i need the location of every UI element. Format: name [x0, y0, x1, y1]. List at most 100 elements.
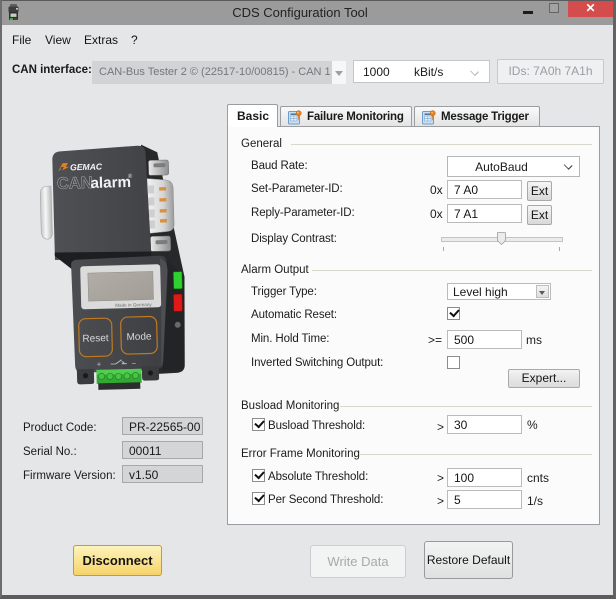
slider-tick	[443, 247, 444, 251]
tab-basic[interactable]: Basic	[227, 104, 278, 127]
close-button[interactable]: ✕	[568, 1, 613, 17]
busload-threshold-label: Busload Threshold:	[268, 420, 366, 432]
automatic-reset-checkbox[interactable]	[447, 307, 460, 320]
serial-number-label: Serial No.:	[23, 446, 77, 458]
absolute-threshold-label: Absolute Threshold:	[268, 471, 369, 483]
menu-help[interactable]: ?	[131, 33, 138, 47]
gemac-logo-text: GEMAC	[70, 161, 103, 172]
trigger-type-label: Trigger Type:	[251, 286, 317, 298]
product-code-value: PR-22565-00	[122, 417, 203, 435]
baudrate-unit: kBit/s	[414, 65, 444, 79]
red-led	[173, 293, 183, 312]
per-second-threshold-operator: >	[437, 494, 445, 508]
minimize-button[interactable]	[519, 1, 537, 19]
absolute-threshold-input[interactable]: 100	[447, 468, 522, 487]
absolute-threshold-unit: cnts	[527, 471, 550, 485]
set-parameter-id-label: Set-Parameter-ID:	[251, 183, 343, 195]
group-errorframe-title: Error Frame Monitoring	[241, 448, 360, 460]
automatic-reset-label: Automatic Reset:	[251, 309, 337, 321]
group-busload-title: Busload Monitoring	[241, 400, 340, 412]
tab-message-trigger[interactable]: Message Trigger	[414, 106, 540, 126]
trigger-type-dropdown-button[interactable]	[536, 285, 549, 298]
reply-parameter-ext-button[interactable]: Ext	[527, 205, 552, 225]
trigger-type-value: Level high	[453, 285, 508, 299]
window-title: CDS Configuration Tool	[232, 5, 368, 20]
busload-threshold-unit: %	[527, 418, 538, 432]
device-product-alarm: alarm	[90, 174, 131, 192]
disconnect-button[interactable]: Disconnect	[73, 545, 162, 576]
title-bar[interactable]: CDS Configuration Tool ✕	[0, 0, 616, 25]
absolute-threshold-operator: >	[437, 471, 445, 485]
serial-number-value: 00011	[122, 441, 203, 459]
inverted-switching-output-label: Inverted Switching Output:	[251, 357, 384, 369]
form-pin-icon	[288, 110, 302, 125]
group-general-title: General	[241, 138, 282, 150]
chevron-down-icon	[564, 162, 571, 169]
display-contrast-label: Display Contrast:	[251, 233, 337, 245]
expert-button[interactable]: Expert...	[508, 369, 580, 388]
tab-message-trigger-label: Message Trigger	[441, 111, 529, 123]
firmware-version-label: Firmware Version:	[23, 470, 116, 482]
device-product-image: GEMAC CAN alarm ® Made in Germany Reset …	[39, 144, 185, 390]
reply-parameter-hex-prefix: 0x	[430, 207, 443, 221]
minimize-icon	[523, 11, 533, 14]
per-second-threshold-unit: 1/s	[527, 494, 544, 508]
can-interface-dropdown-button[interactable]	[332, 61, 346, 84]
maximize-icon	[549, 3, 559, 13]
can-interface-select[interactable]: CAN-Bus Tester 2 © (22517-10/00815) - CA…	[92, 61, 346, 84]
per-second-threshold-input[interactable]: 5	[447, 490, 522, 509]
min-hold-time-label: Min. Hold Time:	[251, 333, 330, 345]
trigger-type-select[interactable]: Level high	[447, 283, 551, 300]
dropdown-arrow-icon	[335, 71, 343, 80]
per-second-threshold-checkbox[interactable]	[252, 492, 265, 505]
min-hold-time-input[interactable]: 500	[447, 330, 522, 349]
green-led	[173, 271, 183, 290]
minus-symbol: −	[132, 359, 137, 368]
ids-button[interactable]: IDs: 7A0h 7A1h	[497, 59, 604, 84]
group-general-line	[291, 144, 592, 145]
maximize-button[interactable]	[546, 1, 564, 19]
set-parameter-ext-button[interactable]: Ext	[527, 181, 552, 201]
menu-extras[interactable]: Extras	[84, 33, 118, 47]
made-in-germany-label: Made in Germany	[115, 302, 152, 308]
form-pin-icon	[422, 110, 436, 125]
min-hold-time-operator: >=	[428, 333, 443, 347]
baudrate-value: 1000	[363, 65, 390, 79]
tab-failure-monitoring[interactable]: Failure Monitoring	[280, 106, 412, 126]
reply-parameter-id-input[interactable]: 7 A1	[447, 204, 522, 223]
baudrate-select[interactable]: 1000 kBit/s	[353, 60, 490, 83]
slider-tick	[559, 247, 560, 251]
per-second-threshold-label: Per Second Threshold:	[268, 494, 384, 506]
display-contrast-slider-thumb[interactable]	[497, 232, 506, 245]
group-busload-line	[340, 406, 592, 407]
product-code-label: Product Code:	[23, 422, 97, 434]
firmware-version-value: v1.50	[122, 465, 203, 483]
absolute-threshold-checkbox[interactable]	[252, 469, 265, 482]
write-data-button[interactable]: Write Data	[310, 545, 406, 578]
group-errorframe-line	[360, 454, 592, 455]
plus-symbol: +	[97, 360, 102, 369]
group-alarm-output-title: Alarm Output	[241, 264, 309, 276]
menu-view[interactable]: View	[45, 33, 71, 47]
min-hold-time-unit: ms	[526, 333, 542, 347]
chevron-down-icon	[471, 68, 479, 76]
tab-failure-monitoring-label: Failure Monitoring	[307, 111, 404, 123]
reply-parameter-id-label: Reply-Parameter-ID:	[251, 207, 355, 219]
menu-bar: File View Extras ?	[2, 26, 613, 48]
set-parameter-hex-prefix: 0x	[430, 183, 443, 197]
can-interface-value: CAN-Bus Tester 2 © (22517-10/00815) - CA…	[99, 66, 331, 78]
busload-threshold-input[interactable]: 30	[447, 415, 522, 434]
inverted-switching-output-checkbox[interactable]	[447, 356, 460, 369]
can-interface-label: CAN interface:	[12, 64, 92, 76]
restore-default-button[interactable]: Restore Default	[424, 541, 513, 579]
device-product-can: CAN	[57, 174, 93, 193]
device-reset-button: Reset	[82, 333, 109, 345]
busload-threshold-operator: >	[437, 420, 445, 434]
group-alarm-line	[312, 270, 592, 271]
busload-threshold-checkbox[interactable]	[252, 418, 265, 431]
menu-file[interactable]: File	[12, 33, 31, 47]
baud-rate-label: Baud Rate:	[251, 160, 308, 172]
set-parameter-id-input[interactable]: 7 A0	[447, 180, 522, 199]
baud-rate-select[interactable]: AutoBaud	[447, 156, 580, 177]
tab-basic-label: Basic	[237, 109, 270, 123]
